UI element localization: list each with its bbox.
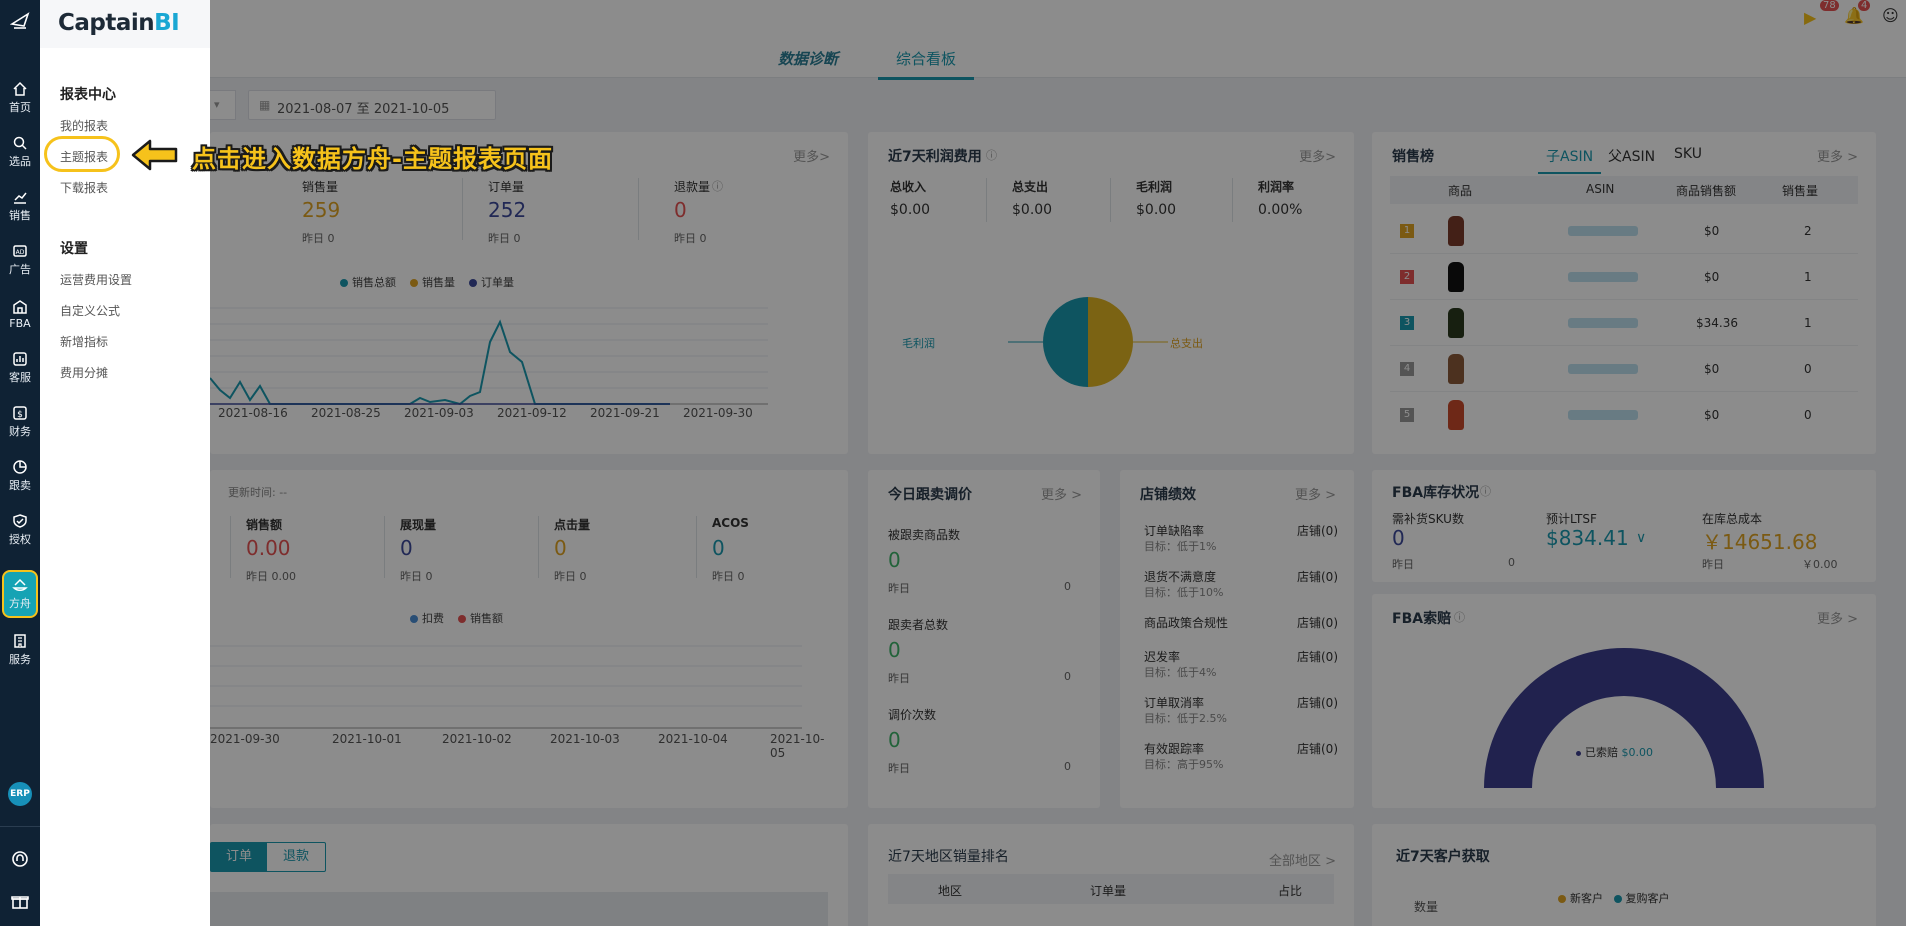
home-icon bbox=[13, 81, 27, 96]
rail-item-support[interactable]: 客服 bbox=[0, 344, 40, 392]
svg-text:$: $ bbox=[17, 410, 23, 420]
rail-item-selection[interactable]: 选品 bbox=[0, 128, 40, 176]
rail-label: 广告 bbox=[9, 263, 31, 276]
menu-item-custom-formula[interactable]: 自定义公式 bbox=[60, 302, 120, 319]
support-icon bbox=[13, 352, 27, 366]
svg-text:AD: AD bbox=[16, 249, 25, 256]
rail-label: 销售 bbox=[9, 209, 31, 222]
rail-item-follow[interactable]: 跟卖 bbox=[0, 452, 40, 500]
headset-icon[interactable] bbox=[11, 850, 29, 868]
search-icon bbox=[13, 136, 27, 150]
rail-label: 授权 bbox=[9, 533, 31, 546]
rail-label: FBA bbox=[9, 316, 31, 330]
menu-item-fee-settings[interactable]: 运营费用设置 bbox=[60, 271, 132, 288]
rail-item-fba[interactable]: FBA bbox=[0, 290, 40, 338]
rail-item-finance[interactable]: $ 财务 bbox=[0, 398, 40, 446]
rail-item-sales[interactable]: 销售 bbox=[0, 182, 40, 230]
rail-item-ads[interactable]: AD 广告 bbox=[0, 236, 40, 284]
left-rail: 首页 选品 销售 AD 广告 FBA 客服 $ 财务 跟卖 授权 方舟 服务 E… bbox=[0, 0, 40, 926]
rail-label: 服务 bbox=[9, 653, 31, 666]
captainbi-logo[interactable]: CaptainBI bbox=[58, 10, 180, 36]
rail-item-ark[interactable]: 方舟 bbox=[2, 570, 38, 618]
menu-group-settings: 设置 bbox=[60, 241, 88, 257]
shield-check-icon bbox=[13, 514, 27, 528]
rail-item-home[interactable]: 首页 bbox=[0, 74, 40, 122]
menu-item-download-reports[interactable]: 下载报表 bbox=[60, 179, 108, 196]
tutorial-callout-text: 点击进入数据方舟-主题报表页面 bbox=[192, 145, 553, 173]
brand-icon[interactable] bbox=[9, 10, 30, 30]
menu-item-fee-split[interactable]: 费用分摊 bbox=[60, 364, 108, 381]
rail-label: 客服 bbox=[9, 371, 31, 384]
ad-icon: AD bbox=[13, 245, 27, 257]
erp-badge[interactable]: ERP bbox=[8, 782, 32, 806]
building-icon bbox=[14, 634, 26, 648]
ark-icon bbox=[12, 578, 28, 591]
menu-item-topic-reports[interactable]: 主题报表 bbox=[60, 148, 108, 165]
report-flyout-menu: CaptainBI 报表中心 我的报表 主题报表 下载报表 设置 运营费用设置 … bbox=[40, 0, 210, 926]
warehouse-icon bbox=[13, 299, 27, 314]
callout-arrow-icon bbox=[131, 139, 178, 171]
chart-line-icon bbox=[14, 192, 27, 204]
menu-group-reports: 报表中心 bbox=[60, 87, 116, 103]
rail-item-service[interactable]: 服务 bbox=[0, 626, 40, 674]
rail-label: 选品 bbox=[9, 155, 31, 168]
rail-label: 首页 bbox=[9, 101, 31, 114]
pie-icon bbox=[13, 460, 27, 474]
rail-label: 财务 bbox=[9, 425, 31, 438]
menu-item-my-reports[interactable]: 我的报表 bbox=[60, 117, 108, 134]
dollar-icon: $ bbox=[13, 406, 27, 420]
menu-item-new-metric[interactable]: 新增指标 bbox=[60, 333, 108, 350]
rail-label: 跟卖 bbox=[9, 479, 31, 492]
rail-item-auth[interactable]: 授权 bbox=[0, 506, 40, 554]
rail-label: 方舟 bbox=[9, 597, 31, 610]
gift-icon[interactable] bbox=[11, 892, 29, 910]
